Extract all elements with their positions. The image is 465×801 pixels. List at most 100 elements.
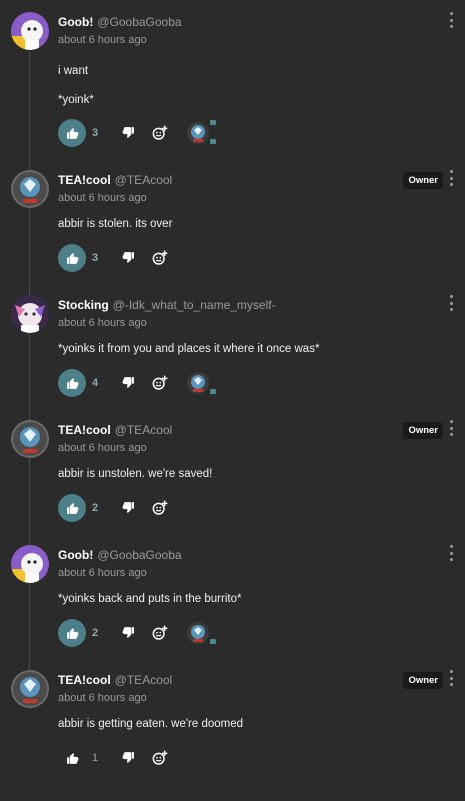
- author-name[interactable]: Goob! @GoobaGooba: [58, 15, 182, 29]
- timestamp[interactable]: about 6 hours ago: [58, 567, 147, 579]
- add-reaction-button[interactable]: [152, 250, 168, 266]
- kebab-menu-icon[interactable]: [446, 670, 456, 686]
- comment-actions: 2: [58, 619, 258, 647]
- owner-badge: Owner: [403, 172, 443, 189]
- add-reaction-button[interactable]: [152, 500, 168, 516]
- comment-actions: 2: [58, 494, 258, 522]
- author-handle[interactable]: @TEAcool: [115, 673, 173, 687]
- dislike-button[interactable]: [122, 126, 136, 140]
- comment: Goob! @GoobaGooba about 6 hours ago i wan…: [0, 0, 465, 147]
- timestamp[interactable]: about 6 hours ago: [58, 692, 147, 704]
- like-button[interactable]: [58, 619, 86, 647]
- add-reaction-icon: [152, 750, 168, 765]
- author-name[interactable]: Goob! @GoobaGooba: [58, 548, 182, 562]
- add-reaction-icon: [152, 125, 168, 140]
- add-reaction-button[interactable]: [152, 375, 168, 391]
- tea-cup-reaction-icon: [187, 372, 209, 394]
- like-button[interactable]: [58, 244, 86, 272]
- thumbs-up-icon: [66, 502, 78, 514]
- add-reaction-icon: [152, 375, 168, 390]
- dislike-button[interactable]: [122, 626, 136, 640]
- author-name[interactable]: TEA!cool @TEAcool: [58, 173, 172, 187]
- author-handle[interactable]: @-Idk_what_to_name_myself-: [113, 298, 276, 312]
- comment-text: *yoinks back and puts in the burrito*: [58, 593, 242, 605]
- dislike-button[interactable]: [122, 376, 136, 390]
- tea-cup-reaction-icon: [187, 122, 209, 144]
- dislike-button[interactable]: [122, 751, 136, 765]
- kebab-menu-icon[interactable]: [446, 295, 456, 311]
- like-button[interactable]: [58, 494, 86, 522]
- comment: TEA!cool @TEAcool about 6 hours ago Owner…: [0, 158, 465, 283]
- thumbs-up-icon: [66, 252, 78, 264]
- add-reaction-icon: [152, 625, 168, 640]
- comment-text: abbir is unstolen. we're saved!: [58, 468, 213, 480]
- thumbs-down-icon: [122, 502, 134, 513]
- thumbs-down-icon: [122, 377, 134, 388]
- comment: Goob! @GoobaGooba about 6 hours ago *yoin…: [0, 533, 465, 658]
- thumbs-down-icon: [122, 752, 134, 763]
- author-handle[interactable]: @TEAcool: [115, 173, 173, 187]
- like-count: 2: [92, 502, 99, 514]
- comment-text: abbir is stolen. its over: [58, 218, 173, 230]
- thumbs-up-icon: [66, 627, 78, 639]
- reaction-chip[interactable]: [186, 371, 216, 395]
- avatar[interactable]: [11, 295, 49, 333]
- timestamp[interactable]: about 6 hours ago: [58, 192, 147, 204]
- comment-text: i want: [58, 65, 89, 77]
- owner-badge: Owner: [403, 672, 443, 689]
- kebab-menu-icon[interactable]: [446, 12, 456, 28]
- timestamp[interactable]: about 6 hours ago: [58, 34, 147, 46]
- like-count: 1: [92, 752, 99, 764]
- author-name[interactable]: TEA!cool @TEAcool: [58, 423, 172, 437]
- kebab-menu-icon[interactable]: [446, 545, 456, 561]
- like-count: 4: [92, 377, 99, 389]
- reaction-chip[interactable]: [186, 621, 216, 645]
- author-name[interactable]: Stocking @-Idk_what_to_name_myself-: [58, 298, 276, 312]
- comment: Stocking @-Idk_what_to_name_myself- about…: [0, 283, 465, 408]
- owner-badge: Owner: [403, 422, 443, 439]
- add-reaction-icon: [152, 500, 168, 515]
- reaction-chip[interactable]: [186, 120, 216, 145]
- like-button[interactable]: [58, 369, 86, 397]
- like-count: 3: [92, 127, 99, 139]
- thumbs-up-icon: [66, 127, 78, 139]
- add-reaction-button[interactable]: [152, 125, 168, 141]
- avatar[interactable]: [11, 12, 49, 50]
- author-handle[interactable]: @GoobaGooba: [97, 15, 181, 29]
- thumbs-down-icon: [122, 252, 134, 263]
- kebab-menu-icon[interactable]: [446, 170, 456, 186]
- thumbs-down-icon: [122, 627, 134, 638]
- timestamp[interactable]: about 6 hours ago: [58, 317, 147, 329]
- add-reaction-button[interactable]: [152, 750, 168, 766]
- author-handle[interactable]: @TEAcool: [115, 423, 173, 437]
- add-reaction-button[interactable]: [152, 625, 168, 641]
- comment: TEA!cool @TEAcool about 6 hours ago Owner…: [0, 658, 465, 783]
- comment-actions: 4: [58, 369, 258, 397]
- timestamp[interactable]: about 6 hours ago: [58, 442, 147, 454]
- author-name[interactable]: TEA!cool @TEAcool: [58, 673, 172, 687]
- like-count: 2: [92, 627, 99, 639]
- avatar[interactable]: [11, 420, 49, 458]
- comment-text: *yoink*: [58, 94, 94, 106]
- comment-actions: 3: [58, 244, 258, 272]
- like-button[interactable]: [58, 119, 86, 147]
- avatar[interactable]: [11, 670, 49, 708]
- author-handle[interactable]: @GoobaGooba: [97, 548, 181, 562]
- thumbs-up-icon: [66, 752, 78, 764]
- avatar[interactable]: [11, 170, 49, 208]
- avatar[interactable]: [11, 545, 49, 583]
- tea-cup-reaction-icon: [187, 622, 209, 644]
- comment-actions: 3: [58, 119, 258, 147]
- comment-text: *yoinks it from you and places it where …: [58, 343, 320, 355]
- dislike-button[interactable]: [122, 501, 136, 515]
- comment: TEA!cool @TEAcool about 6 hours ago Owner…: [0, 408, 465, 533]
- thumbs-down-icon: [122, 127, 134, 138]
- like-count: 3: [92, 252, 99, 264]
- thumbs-up-icon: [66, 377, 78, 389]
- add-reaction-icon: [152, 250, 168, 265]
- like-button[interactable]: [58, 744, 86, 772]
- comment-actions: 1: [58, 744, 258, 772]
- dislike-button[interactable]: [122, 251, 136, 265]
- comment-text: abbir is getting eaten. we're doomed: [58, 718, 244, 730]
- kebab-menu-icon[interactable]: [446, 420, 456, 436]
